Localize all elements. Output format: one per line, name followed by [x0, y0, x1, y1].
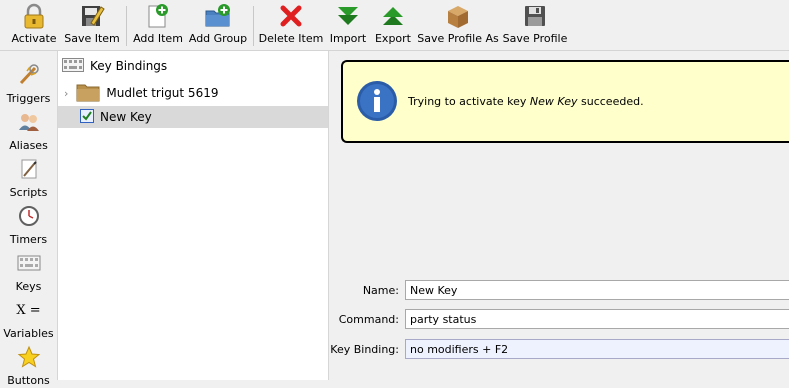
export-button[interactable]: Export	[372, 2, 414, 48]
name-label: Name:	[362, 284, 399, 297]
add-item-icon	[145, 3, 171, 29]
add-group-button[interactable]: Add Group	[189, 2, 247, 48]
floppy-disk-icon	[522, 3, 548, 29]
export-arrow-icon	[380, 3, 406, 29]
folder-icon	[76, 82, 100, 105]
left-sidebar: Triggers Aliases Scripts Timers Keys X =…	[0, 51, 58, 387]
toolbar-separator	[253, 6, 254, 46]
sidebar-item-timers[interactable]: Timers	[0, 201, 57, 247]
sidebar-item-buttons[interactable]: Buttons	[0, 342, 57, 388]
add-group-icon	[205, 3, 231, 29]
name-field[interactable]: New Key	[405, 280, 789, 300]
info-banner: Trying to activate key New Key succeeded…	[341, 60, 789, 143]
keyboard-icon	[62, 57, 84, 75]
chevron-right-icon[interactable]: ›	[64, 87, 68, 100]
sidebar-item-aliases[interactable]: Aliases	[0, 107, 57, 153]
command-label: Command:	[338, 313, 399, 326]
key-binding-field[interactable]: no modifiers + F2	[405, 339, 789, 359]
padlock-icon	[21, 3, 47, 29]
checkbox-checked-icon	[80, 108, 94, 126]
variables-icon: X =	[16, 302, 41, 318]
timers-icon	[16, 203, 42, 229]
package-box-icon	[445, 3, 471, 29]
tree-group-label: Mudlet trigut 5619	[106, 86, 219, 100]
toolbar: Activate Save Item Add Item Add Group De…	[0, 0, 789, 51]
import-button[interactable]: Import	[327, 2, 369, 48]
command-field[interactable]: party status	[405, 309, 789, 329]
triggers-icon	[16, 62, 42, 88]
sidebar-item-triggers[interactable]: Triggers	[0, 60, 57, 106]
key-binding-label: Key Binding:	[330, 343, 399, 356]
save-profile-as-button[interactable]: Save Profile As	[417, 2, 499, 48]
add-item-button[interactable]: Add Item	[132, 2, 184, 48]
info-icon	[356, 80, 398, 125]
key-tree: Key Bindings › Mudlet trigut 5619 New Ke…	[58, 51, 329, 380]
toolbar-separator	[126, 6, 127, 46]
editor-panel: Trying to activate key New Key succeeded…	[329, 51, 789, 380]
tree-item-new-key[interactable]: New Key	[58, 106, 328, 128]
sidebar-item-scripts[interactable]: Scripts	[0, 154, 57, 200]
tree-root-label: Key Bindings	[90, 59, 168, 73]
star-icon	[16, 344, 42, 370]
tree-group-row[interactable]: › Mudlet trigut 5619	[58, 82, 328, 104]
import-arrow-icon	[335, 3, 361, 29]
save-item-button[interactable]: Save Item	[63, 2, 121, 48]
sidebar-item-keys[interactable]: Keys	[0, 248, 57, 294]
keys-icon	[16, 250, 42, 276]
delete-item-button[interactable]: Delete Item	[258, 2, 324, 48]
aliases-icon	[16, 109, 42, 135]
scripts-icon	[16, 156, 42, 182]
banner-message: Trying to activate key New Key succeeded…	[408, 95, 644, 108]
save-profile-button[interactable]: Save Profile	[503, 2, 567, 48]
sidebar-item-variables[interactable]: X = Variables	[0, 295, 57, 341]
tree-root-key-bindings[interactable]: Key Bindings	[58, 55, 328, 77]
tree-item-label: New Key	[100, 110, 152, 124]
save-item-icon	[79, 3, 105, 29]
delete-x-icon	[278, 3, 304, 29]
activate-button[interactable]: Activate	[8, 2, 60, 48]
